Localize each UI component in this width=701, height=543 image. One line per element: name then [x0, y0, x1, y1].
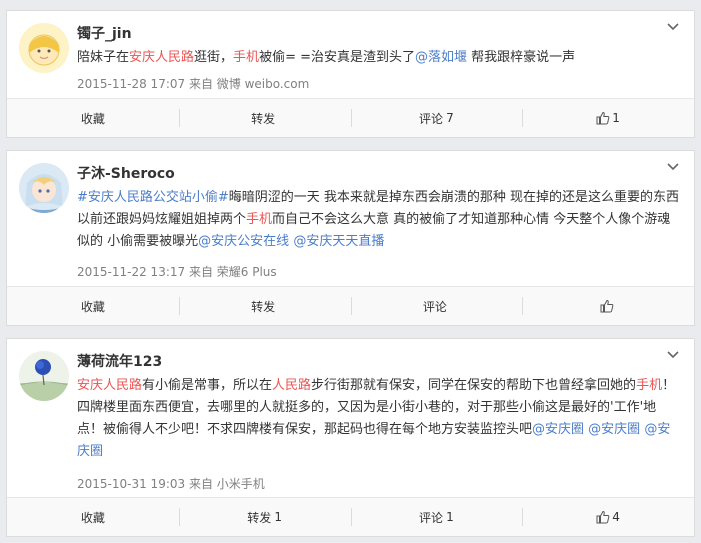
action-bar: 收藏 转发 评论 — [7, 286, 694, 325]
repost-button[interactable]: 转发 — [178, 99, 351, 137]
mention-link[interactable]: @安庆 — [198, 234, 237, 249]
post-text: 有小偷是常事，所以在 — [142, 378, 273, 393]
avatar-image-icon — [19, 163, 69, 213]
comment-button[interactable]: 评论 7 — [350, 99, 523, 137]
username[interactable]: 子沐-Sheroco — [77, 163, 175, 183]
post-card: 薄荷流年123 安庆人民路有小偷是常事，所以在人民路步行街那就有保安，同学在保安… — [6, 338, 695, 537]
mention-link[interactable]: @安庆天天直播 — [293, 234, 384, 249]
like-button[interactable]: 1 — [522, 99, 694, 137]
repost-label: 转发 — [251, 299, 276, 314]
collect-button[interactable]: 收藏 — [7, 498, 179, 536]
action-bar: 收藏 转发 评论 7 1 — [7, 98, 694, 137]
chevron-down-icon[interactable] — [666, 160, 680, 174]
post-meta: 2015-11-28 17:07 来自 微博 weibo.com — [77, 77, 310, 91]
chevron-down-icon[interactable] — [666, 348, 680, 362]
collect-label: 收藏 — [80, 299, 105, 314]
comment-count: 1 — [446, 510, 454, 524]
repost-label: 转发 — [247, 510, 272, 525]
avatar[interactable] — [19, 23, 69, 73]
avatar-image-icon — [19, 23, 69, 73]
post-meta: 2015-11-22 13:17 来自 荣耀6 Plus — [77, 265, 277, 279]
thumbs-up-icon — [600, 299, 614, 313]
collect-button[interactable]: 收藏 — [7, 287, 179, 325]
avatar[interactable] — [19, 351, 69, 401]
keyword-link[interactable]: 安庆人民路 — [77, 378, 142, 393]
like-count: 1 — [612, 111, 620, 125]
post-meta: 2015-10-31 19:03 来自 小米手机 — [77, 477, 265, 491]
action-bar: 收藏 转发 1 评论 1 4 — [7, 497, 694, 536]
comment-label: 评论 — [422, 299, 447, 314]
post-card: 镯子_jin 陪妹子在安庆人民路逛街，手机被偷= =治安真是渣到头了@落如堰 帮… — [6, 10, 695, 138]
username[interactable]: 薄荷流年123 — [77, 351, 162, 371]
post-content: 陪妹子在安庆人民路逛街，手机被偷= =治安真是渣到头了@落如堰 帮我跟梓豪说一声 — [77, 47, 680, 69]
username[interactable]: 镯子_jin — [77, 23, 132, 43]
thumbs-up-icon — [596, 510, 610, 524]
keyword-link[interactable]: 手机 — [246, 212, 272, 227]
repost-label: 转发 — [251, 111, 276, 126]
chevron-down-icon[interactable] — [666, 20, 680, 34]
mention-link[interactable]: @落如堰 — [415, 50, 467, 65]
keyword-link[interactable]: 人民路 — [272, 378, 311, 393]
repost-count: 1 — [274, 510, 282, 524]
keyword-link[interactable]: 手机 — [233, 50, 259, 65]
avatar[interactable] — [19, 163, 69, 213]
avatar-image-icon — [19, 351, 69, 401]
like-count: 4 — [612, 510, 620, 524]
post-text: 陪妹子在 — [77, 50, 130, 65]
comment-label: 评论 — [419, 510, 444, 525]
post-text: 逛街， — [194, 50, 234, 65]
mention-link[interactable]: @安庆圈 — [588, 422, 640, 437]
like-button[interactable]: 4 — [522, 498, 694, 536]
keyword-link[interactable]: 安庆人民路 — [129, 50, 194, 65]
weibo-feed: 镯子_jin 陪妹子在安庆人民路逛街，手机被偷= =治安真是渣到头了@落如堰 帮… — [0, 0, 701, 543]
keyword-link[interactable]: 手机 — [636, 378, 662, 393]
post-content: #安庆人民路公交站小偷#晦暗阴涩的一天 我本来就是掉东西会崩溃的那种 现在掉的还… — [77, 187, 680, 253]
repost-button[interactable]: 转发 — [178, 287, 351, 325]
post-card: 子沐-Sheroco #安庆人民路公交站小偷#晦暗阴涩的一天 我本来就是掉东西会… — [6, 150, 695, 326]
comment-label: 评论 — [419, 111, 444, 126]
like-button[interactable] — [522, 287, 694, 325]
collect-label: 收藏 — [80, 111, 105, 126]
mention-link[interactable]: @安庆圈 — [532, 422, 584, 437]
mention-link[interactable]: 公安在线 — [237, 234, 289, 249]
collect-label: 收藏 — [80, 510, 105, 525]
comment-button[interactable]: 评论 1 — [350, 498, 523, 536]
post-text: 步行街那就有保安，同学在保安的帮助下也曾经拿回她的 — [311, 378, 637, 393]
post-text: 帮我跟梓豪说一声 — [467, 50, 576, 65]
comment-button[interactable]: 评论 — [350, 287, 523, 325]
post-content: 安庆人民路有小偷是常事，所以在人民路步行街那就有保安，同学在保安的帮助下也曾经拿… — [77, 375, 680, 463]
mention-link[interactable]: #安庆人民路公交站小偷# — [77, 190, 229, 205]
post-text: 被偷= =治安真是渣到头了 — [259, 50, 415, 65]
repost-button[interactable]: 转发 1 — [178, 498, 351, 536]
collect-button[interactable]: 收藏 — [7, 99, 179, 137]
thumbs-up-icon — [596, 111, 610, 125]
comment-count: 7 — [446, 111, 454, 125]
